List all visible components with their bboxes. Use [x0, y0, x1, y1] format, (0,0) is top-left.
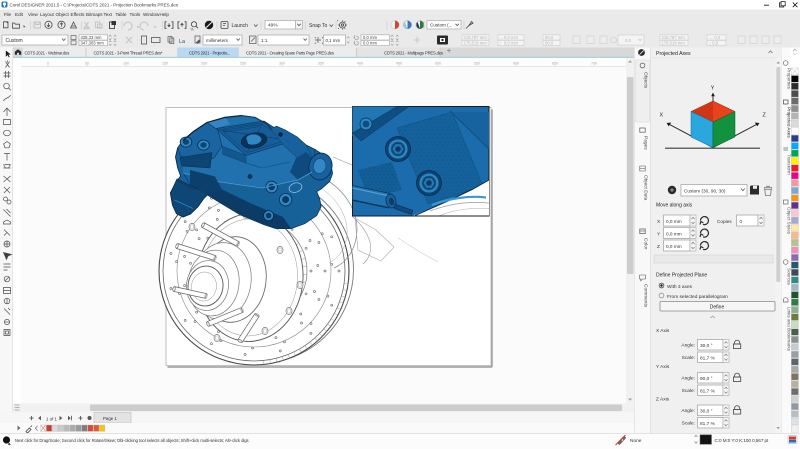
- svg-text:Custom (30, 90, 30): Custom (30, 90, 30): [684, 189, 726, 194]
- svg-text:From selected parallelogram: From selected parallelogram: [667, 294, 728, 300]
- svg-text:0: 0: [740, 219, 743, 224]
- svg-text:170,519 mm: 170,519 mm: [662, 41, 686, 46]
- svg-text:0,0 mm: 0,0 mm: [363, 35, 377, 40]
- svg-text:170,519 mm: 170,519 mm: [464, 41, 488, 46]
- svg-text:X: X: [660, 113, 664, 119]
- svg-text:↔: ↔: [500, 35, 504, 40]
- svg-text:81,7 %: 81,7 %: [700, 355, 716, 361]
- svg-text:81,7 %: 81,7 %: [700, 421, 716, 427]
- svg-text:1:1: 1:1: [261, 38, 268, 43]
- svg-text:Layout: Layout: [40, 12, 55, 17]
- svg-text:X Axis: X Axis: [656, 328, 670, 334]
- svg-text:Angle:: Angle:: [681, 343, 695, 349]
- svg-text:Page 1: Page 1: [103, 416, 117, 421]
- svg-text:49%: 49%: [268, 23, 278, 29]
- svg-text:0,0 mm: 0,0 mm: [363, 41, 377, 46]
- svg-text:Scale:: Scale:: [682, 388, 695, 394]
- svg-text:Scale:: Scale:: [682, 421, 695, 427]
- svg-text:Define Projected Plane: Define Projected Plane: [656, 273, 707, 279]
- svg-text:Snap To: Snap To: [309, 23, 327, 29]
- svg-text:↔ 0,0: ↔ 0,0: [709, 35, 721, 40]
- svg-text:0,0 mm: 0,0 mm: [504, 41, 518, 46]
- svg-text:Launch: Launch: [232, 23, 249, 29]
- svg-text:Window: Window: [143, 12, 160, 17]
- svg-text:Color: Color: [643, 238, 649, 250]
- svg-text:1 of 1: 1 of 1: [46, 416, 58, 421]
- svg-text:215,787 mm: 215,787 mm: [464, 35, 488, 40]
- svg-text:File: File: [4, 12, 12, 17]
- svg-text:90,0: 90,0: [545, 41, 554, 46]
- svg-text:Next click for Drag/Scale; Sec: Next click for Drag/Scale; Second click …: [15, 438, 249, 443]
- svg-text:30,0 °: 30,0 °: [700, 343, 713, 349]
- svg-text:Help: Help: [160, 12, 170, 17]
- svg-text:C:0 M:0 Y:0 K:100 0,567 pt: C:0 M:0 Y:0 K:100 0,567 pt: [715, 438, 770, 443]
- svg-text:Comments: Comments: [643, 284, 649, 308]
- svg-text:↕ 0,0: ↕ 0,0: [709, 41, 719, 46]
- svg-text:81,7 %: 81,7 %: [700, 388, 716, 394]
- svg-text:View: View: [28, 12, 39, 17]
- svg-text:Object Data: Object Data: [643, 175, 649, 201]
- svg-text:Scale:: Scale:: [682, 355, 695, 361]
- svg-text:30,0 °: 30,0 °: [700, 408, 713, 414]
- svg-text:347,303 mm: 347,303 mm: [81, 41, 105, 46]
- svg-text:Edit: Edit: [15, 12, 24, 17]
- svg-text:Copies: Copies: [717, 219, 732, 224]
- svg-text:215,787 mm: 215,787 mm: [662, 35, 686, 40]
- svg-text:↕: ↕: [500, 41, 502, 46]
- svg-text:Define: Define: [710, 305, 725, 311]
- svg-text:0,0: 0,0: [625, 38, 631, 43]
- svg-text:Y: Y: [711, 86, 715, 92]
- svg-text:Text: Text: [104, 12, 113, 17]
- svg-text:Angle:: Angle:: [681, 376, 695, 382]
- svg-text:Y Axis: Y Axis: [656, 364, 670, 370]
- svg-text:90,0 °: 90,0 °: [700, 376, 713, 382]
- svg-text:None: None: [630, 438, 642, 444]
- svg-text:Z Axis: Z Axis: [656, 397, 670, 403]
- svg-text:Projected Axes: Projected Axes: [656, 51, 691, 57]
- svg-text:Corel DESIGNER 2021.5 - C:\Pro: Corel DESIGNER 2021.5 - C:\Projects\CDTS…: [10, 3, 179, 8]
- svg-text:0,0 mm: 0,0 mm: [666, 244, 682, 249]
- svg-text:0,0 mm: 0,0 mm: [666, 232, 682, 237]
- svg-text:La: La: [179, 39, 185, 45]
- svg-text:Pages: Pages: [643, 136, 649, 150]
- svg-text:428,33 mm: 428,33 mm: [81, 35, 102, 40]
- svg-text:Custom: Custom: [6, 38, 23, 44]
- svg-text:Bitmaps: Bitmaps: [86, 12, 103, 17]
- svg-text:Angle:: Angle:: [681, 408, 695, 414]
- svg-text:With 3 axes: With 3 axes: [667, 284, 693, 290]
- svg-text:0,0 mm: 0,0 mm: [666, 219, 682, 224]
- svg-text:Objects: Objects: [643, 72, 649, 89]
- svg-text:Effects: Effects: [71, 12, 86, 17]
- svg-text:0,0 mm: 0,0 mm: [504, 35, 518, 40]
- svg-text:Table: Table: [116, 12, 127, 17]
- svg-text:Move along axis: Move along axis: [656, 203, 693, 209]
- svg-text:%: %: [191, 28, 194, 32]
- svg-text:Z: Z: [657, 244, 660, 249]
- svg-text:millimeters: millimeters: [206, 38, 229, 43]
- svg-text:Tools: Tools: [130, 12, 141, 17]
- svg-text:90,0: 90,0: [545, 35, 554, 40]
- svg-text:0,1 mm: 0,1 mm: [326, 38, 341, 43]
- svg-text:Object: Object: [56, 12, 70, 17]
- svg-text:Custom (...: Custom (...: [430, 23, 452, 28]
